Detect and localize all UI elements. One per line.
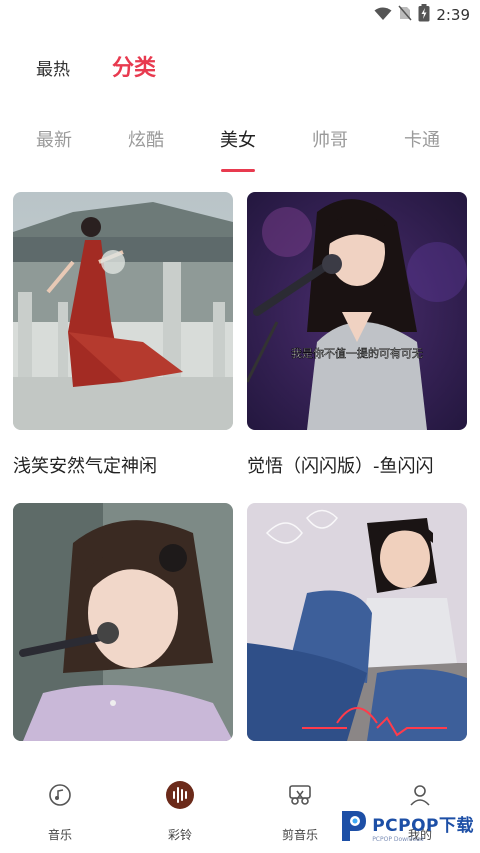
card-thumbnail: 我是你不值一提的可有可无 (247, 192, 467, 430)
nav-item-ringtone[interactable]: 彩铃 (140, 780, 220, 843)
category-tab-newest[interactable]: 最新 (24, 126, 84, 152)
card-thumbnail (13, 503, 233, 741)
pcpop-logo-icon (338, 807, 368, 847)
category-tabs: 最新 炫酷 美女 帅哥 卡通 (0, 126, 480, 176)
watermark-text: PCPOP下载 (372, 816, 474, 836)
nav-item-cut-music[interactable]: 剪音乐 (260, 780, 340, 843)
watermark-subtext: PCPOP Download (372, 836, 424, 843)
user-icon (405, 780, 435, 810)
battery-icon (418, 4, 430, 26)
ringtone-card[interactable] (13, 503, 233, 763)
ringtone-card[interactable]: 我是你不值一提的可有可无 觉悟（闪闪版）-鱼闪闪 (247, 192, 467, 478)
card-thumbnail (247, 503, 467, 741)
scissors-icon (285, 780, 315, 810)
status-bar: 2:39 (0, 0, 480, 28)
tab-categories[interactable]: 分类 (112, 50, 156, 82)
ringtone-card[interactable] (247, 503, 467, 763)
clock-time: 2:39 (436, 6, 470, 24)
nav-label: 音乐 (47, 828, 72, 842)
wifi-icon (374, 6, 392, 25)
no-sim-icon (398, 5, 412, 25)
tab-hottest[interactable]: 最热 (36, 55, 70, 80)
music-disc-icon (45, 780, 75, 810)
category-tab-cartoon[interactable]: 卡通 (392, 126, 452, 152)
video-caption: 我是你不值一提的可有可无 (291, 346, 423, 360)
card-title: 觉悟（闪闪版）-鱼闪闪 (247, 456, 434, 477)
top-tabs: 最热 分类 (36, 50, 156, 82)
active-tab-indicator (221, 169, 255, 172)
waveform-icon (165, 780, 195, 810)
card-thumbnail (13, 192, 233, 430)
category-tab-cool[interactable]: 炫酷 (116, 126, 176, 152)
watermark: PCPOP下载 PCPOP Download (338, 807, 474, 847)
nav-label: 彩铃 (167, 828, 192, 842)
card-title: 浅笑安然气定神闲 (13, 456, 157, 477)
category-tab-beauty[interactable]: 美女 (208, 126, 268, 152)
nav-item-music[interactable]: 音乐 (20, 780, 100, 843)
bottom-navigation: 音乐 彩铃 剪音乐 我的 PCPOP下载 PCPOP Download (0, 770, 480, 853)
nav-label: 剪音乐 (281, 828, 318, 842)
ringtone-card[interactable]: 浅笑安然气定神闲 (13, 192, 233, 478)
category-tab-handsome[interactable]: 帅哥 (300, 126, 360, 152)
